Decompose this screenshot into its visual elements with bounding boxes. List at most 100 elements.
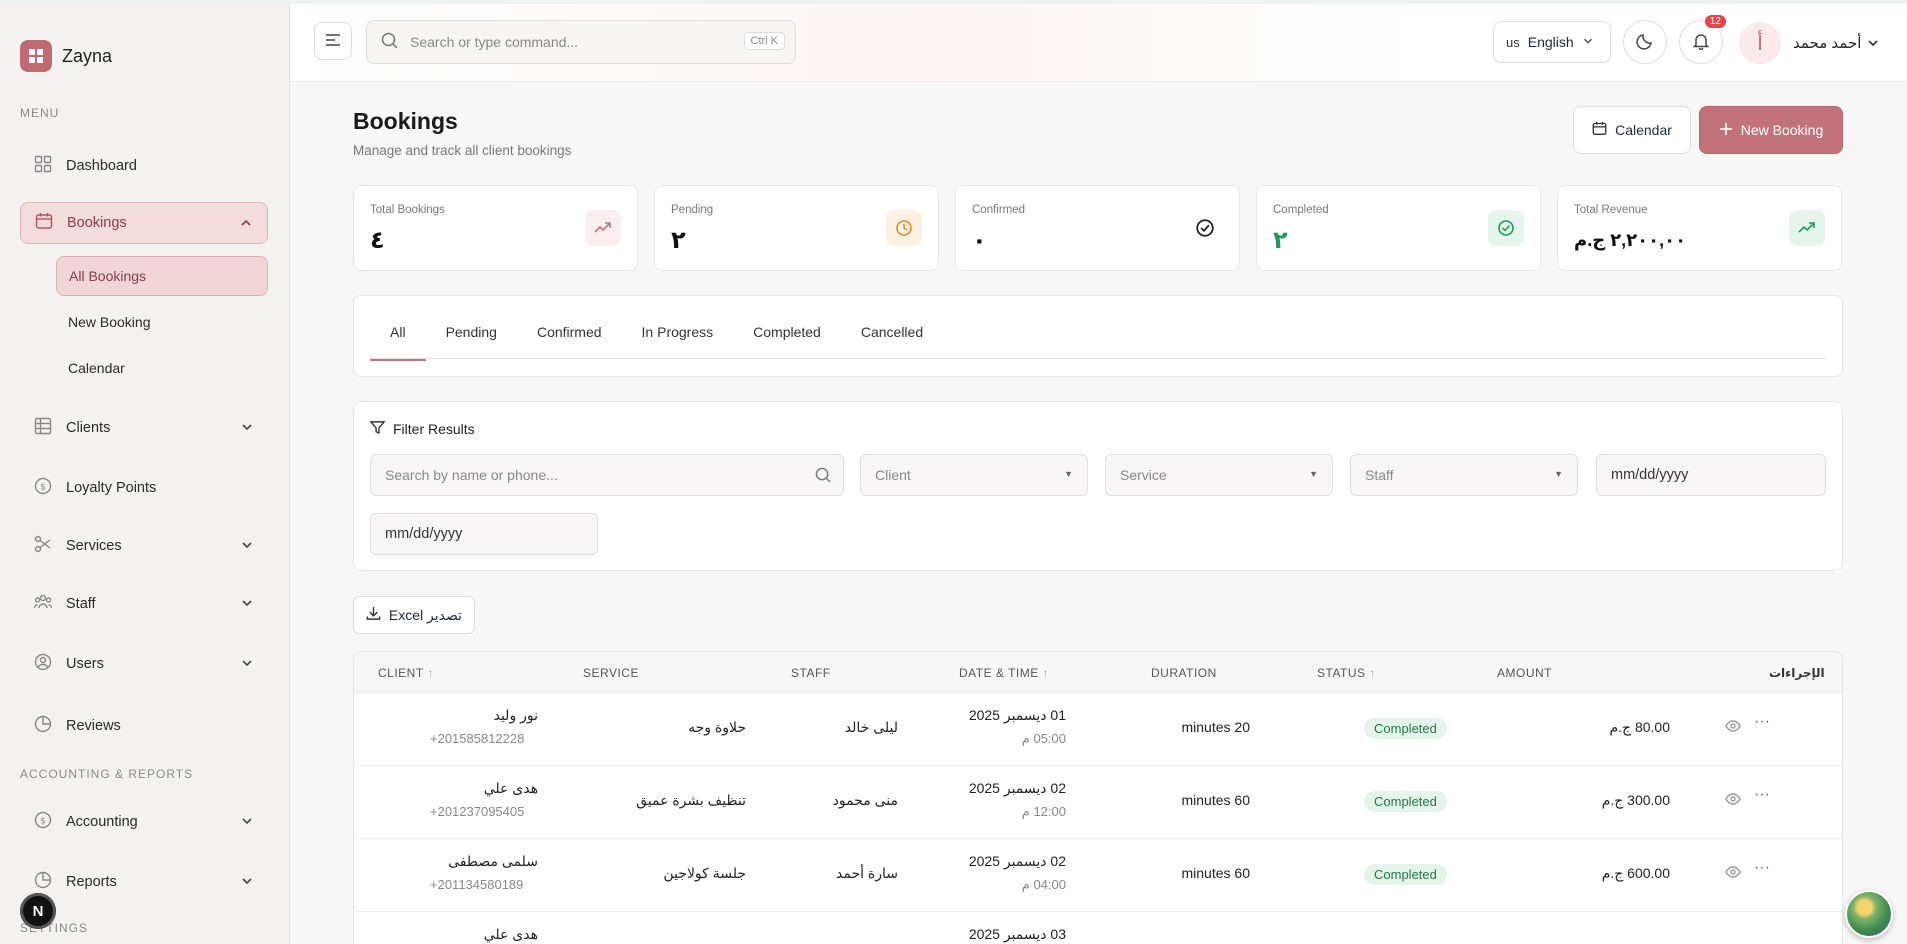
col-client[interactable]: CLIENT ↑ <box>378 666 434 680</box>
accounting-section-label: ACCOUNTING & REPORTS <box>20 767 194 781</box>
col-service: SERVICE <box>583 666 639 680</box>
more-icon[interactable]: ··· <box>1754 786 1770 804</box>
user-menu[interactable]: أحمد محمد <box>1793 34 1861 52</box>
sidebar-item-staff[interactable]: Staff <box>20 583 268 625</box>
filter-date-from[interactable]: mm/dd/yyyy <box>1596 454 1826 496</box>
sort-up-icon: ↑ <box>1369 666 1376 680</box>
col-status[interactable]: STATUS ↑ <box>1317 666 1376 680</box>
trend-up-icon <box>585 210 621 246</box>
language-label: English <box>1527 34 1574 50</box>
tabs-divider <box>370 358 1826 359</box>
pie-icon <box>34 715 52 737</box>
coin-icon: $ <box>34 811 52 833</box>
users-group-icon <box>33 593 53 615</box>
sidebar-item-dashboard[interactable]: Dashboard <box>20 145 268 187</box>
status-badge: Completed <box>1364 864 1447 885</box>
filter-client-select[interactable]: Client ▼ <box>860 454 1088 496</box>
duration: 60 minutes <box>1181 792 1251 808</box>
chevron-up-icon <box>239 216 253 234</box>
tab-pending[interactable]: Pending <box>426 324 517 356</box>
chevron-down-icon[interactable] <box>1866 36 1880 53</box>
sidebar-item-users[interactable]: Users <box>20 643 268 685</box>
col-staff: STAFF <box>791 666 831 680</box>
page-title: Bookings <box>353 108 458 134</box>
table-row[interactable]: هدى علي +201237095405 تنظيف بشرة عميق من… <box>354 766 1842 839</box>
theme-toggle-button[interactable] <box>1623 20 1667 64</box>
filter-search-input[interactable]: Search by name or phone... <box>370 454 844 496</box>
eye-icon[interactable] <box>1725 865 1741 882</box>
new-booking-button[interactable]: New Booking <box>1699 106 1843 154</box>
avatar[interactable]: أ <box>1739 22 1781 64</box>
stat-card-pending: Pending ٢ <box>654 185 939 271</box>
search-icon <box>381 32 398 52</box>
assistant-avatar-button[interactable] <box>1845 890 1893 938</box>
calendar-button[interactable]: Calendar <box>1573 106 1691 154</box>
booking-time: 05:00 م <box>1021 731 1066 746</box>
more-icon[interactable]: ··· <box>1754 859 1770 877</box>
client-name: هدى علي <box>483 926 538 942</box>
duration: 20 minutes <box>1181 719 1251 735</box>
tab-all[interactable]: All <box>370 324 426 361</box>
tab-completed[interactable]: Completed <box>733 324 841 356</box>
sidebar-item-clients[interactable]: Clients <box>20 407 268 449</box>
table-row[interactable]: نور وليد +201585812228 حلاوة وجه ليلى خا… <box>354 693 1842 766</box>
sidebar-item-reviews[interactable]: Reviews <box>20 705 268 747</box>
client-phone: +201237095405 <box>430 804 525 819</box>
filter-service-select[interactable]: Service ▼ <box>1105 454 1333 496</box>
filter-title: Filter Results <box>369 420 475 438</box>
eye-icon[interactable] <box>1725 792 1741 809</box>
col-date-time[interactable]: DATE & TIME ↑ <box>959 666 1049 680</box>
duration: 60 minutes <box>1181 865 1251 881</box>
tab-confirmed[interactable]: Confirmed <box>517 324 622 356</box>
booking-date: 02 ديسمبر 2025 <box>968 853 1066 869</box>
sidebar-sub-calendar[interactable]: Calendar <box>56 348 268 388</box>
filter-icon <box>369 420 386 438</box>
sidebar-item-services[interactable]: Services <box>20 525 268 567</box>
sidebar: Zayna MENU Dashboard Bookings All Bookin… <box>0 4 290 944</box>
dev-tools-badge[interactable]: N <box>20 893 56 929</box>
tab-cancelled[interactable]: Cancelled <box>841 324 943 356</box>
command-search[interactable]: Search or type command... Ctrl K <box>366 20 796 64</box>
sidebar-item-accounting[interactable]: $ Accounting <box>20 801 268 843</box>
caret-down-icon: ▼ <box>1554 469 1563 479</box>
calendar-icon <box>1592 121 1607 139</box>
sidebar-sub-all-bookings[interactable]: All Bookings <box>56 256 268 296</box>
flag-code: us <box>1506 34 1520 50</box>
trend-up-icon <box>1789 210 1825 246</box>
brand[interactable]: Zayna <box>20 40 112 72</box>
col-amount: AMOUNT <box>1497 666 1552 680</box>
language-selector[interactable]: us English <box>1493 21 1611 63</box>
stat-label: Total Bookings <box>370 204 445 216</box>
stat-label: Confirmed <box>972 204 1026 216</box>
col-status-label: STATUS <box>1317 666 1366 680</box>
calendar-button-label: Calendar <box>1615 122 1672 138</box>
sidebar-item-label: Clients <box>66 420 111 436</box>
export-excel-button[interactable]: Excel تصدير <box>353 596 475 634</box>
sidebar-item-loyalty-points[interactable]: $ Loyalty Points <box>20 467 268 509</box>
table-header: CLIENT ↑ SERVICE STAFF DATE & TIME ↑ DUR… <box>354 652 1842 693</box>
sidebar-item-label: Staff <box>66 596 96 612</box>
bell-icon <box>1692 32 1710 53</box>
client-phone: +201134580189 <box>430 877 524 892</box>
filter-date-to[interactable]: mm/dd/yyyy <box>370 513 598 555</box>
pie-icon <box>34 871 52 893</box>
eye-icon[interactable] <box>1725 719 1741 736</box>
tab-in-progress[interactable]: In Progress <box>622 324 734 356</box>
amount: 80.00 ج.م <box>1609 719 1670 735</box>
menu-icon <box>325 33 341 50</box>
more-icon[interactable]: ··· <box>1754 713 1770 731</box>
sidebar-item-bookings[interactable]: Bookings <box>20 202 268 244</box>
sort-up-icon: ↑ <box>427 666 434 680</box>
filter-staff-select[interactable]: Staff ▼ <box>1350 454 1578 496</box>
sidebar-toggle-button[interactable] <box>314 22 352 60</box>
scissors-icon <box>34 535 52 557</box>
status-tabs: All Pending Confirmed In Progress Comple… <box>353 295 1843 377</box>
filter-title-label: Filter Results <box>393 421 475 437</box>
sidebar-item-reports[interactable]: Reports <box>20 861 268 903</box>
status-badge: Completed <box>1364 718 1447 739</box>
notifications-button[interactable]: 12 <box>1679 15 1726 64</box>
page-subtitle: Manage and track all client bookings <box>353 143 572 158</box>
table-row[interactable]: سلمى مصطفى +201134580189 جلسة كولاجين سا… <box>354 839 1842 912</box>
table-row[interactable]: هدى علي 03 ديسمبر 2025 <box>354 912 1842 944</box>
sidebar-sub-new-booking[interactable]: New Booking <box>56 302 268 342</box>
